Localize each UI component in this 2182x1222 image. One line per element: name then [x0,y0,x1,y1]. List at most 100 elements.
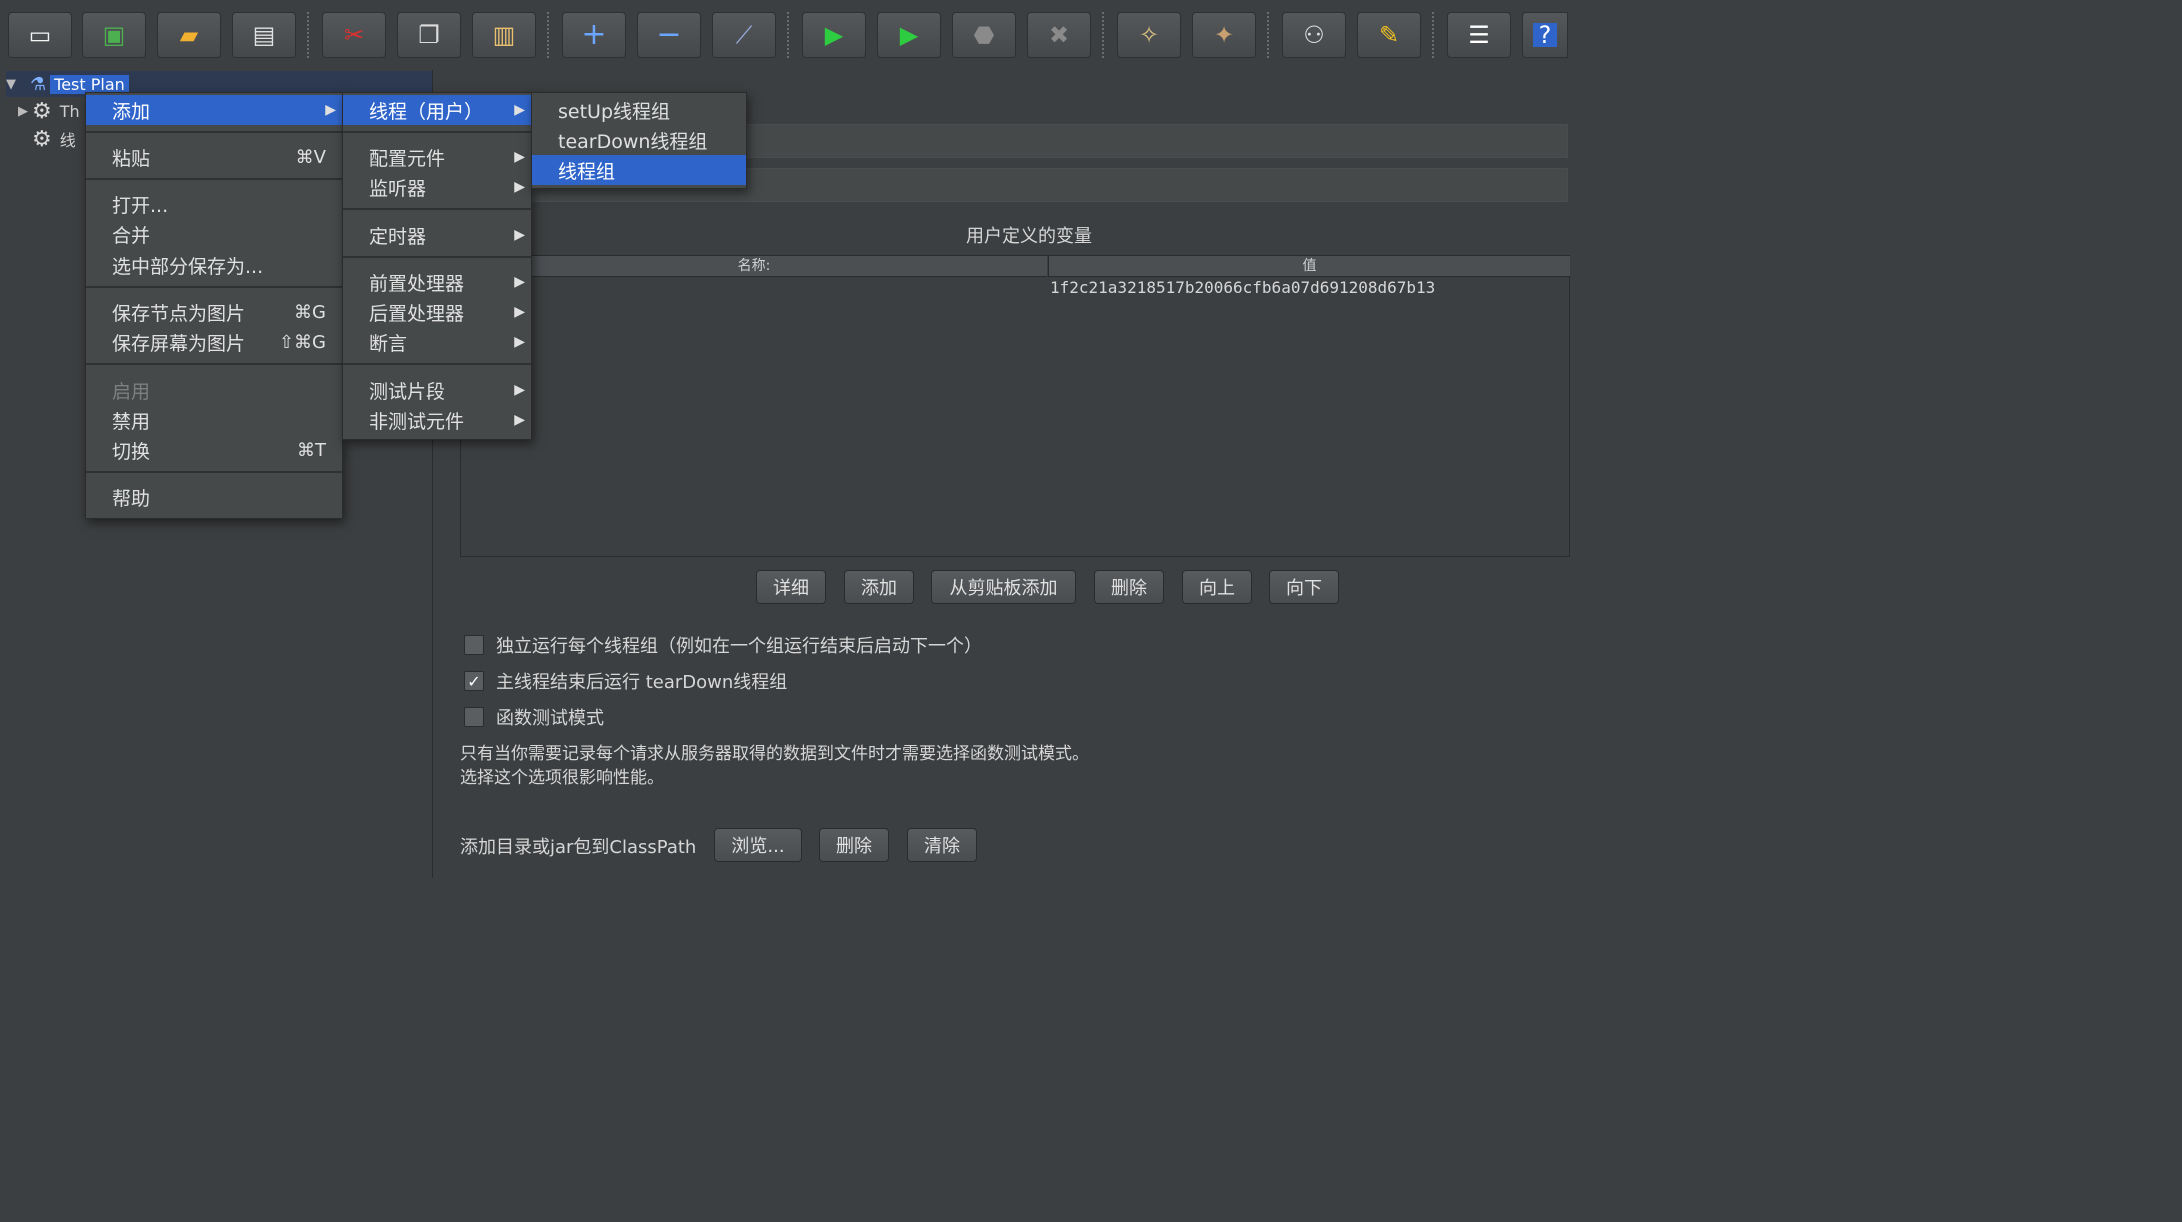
paste-button[interactable]: ▥ [472,12,536,58]
menu-separator [343,131,531,133]
help-icon: ? [1532,23,1558,47]
menu-item-toggle[interactable]: 切换 ⌘T [86,435,342,465]
functional-mode-option[interactable]: 函数测试模式 [464,705,604,729]
menu-item-add[interactable]: 添加 ▶ [86,95,342,125]
menu-item-help[interactable]: 帮助 [86,482,342,512]
menu-item-post-processor[interactable]: 后置处理器 ▶ [343,297,531,327]
menu-item-label: 非测试元件 [369,410,465,433]
menu-item-label: 合并 [112,224,151,247]
menu-item-label: 保存屏幕为图片 [112,332,246,355]
start-icon: ▶ [824,21,844,49]
browse-button[interactable]: 浏览... [714,828,802,862]
expand-button[interactable]: + [562,12,626,58]
menu-item-test-fragment[interactable]: 测试片段 ▶ [343,375,531,405]
menu-item-merge[interactable]: 合并 [86,219,342,249]
detail-button[interactable]: 详细 [756,570,826,604]
submenu-arrow-icon: ▶ [514,382,525,398]
add-from-clipboard-button[interactable]: 从剪贴板添加 [931,570,1076,604]
function-helper-button[interactable]: ☰ [1447,12,1511,58]
menu-item-save-screen-image[interactable]: 保存屏幕为图片 ⇧⌘G [86,327,342,357]
menu-item-label: 测试片段 [369,380,446,403]
menu-item-thread-group[interactable]: 线程组 [532,155,746,185]
column-header-value[interactable]: 值 [1048,256,1570,277]
flask-icon: ⚗ [30,73,47,95]
menu-item-label: 切换 [112,440,151,463]
menu-item-teardown-thread-group[interactable]: tearDown线程组 [532,125,746,155]
tree-expanded-icon[interactable]: ▼ [6,77,20,92]
tree-node-label: Test Plan [50,74,129,94]
menu-item-listener[interactable]: 监听器 ▶ [343,172,531,202]
submenu-arrow-icon: ▶ [514,304,525,320]
shutdown-button[interactable]: ✖ [1027,12,1091,58]
delete-button[interactable]: 删除 [1094,570,1164,604]
new-button[interactable]: ▭ [8,12,72,58]
menu-item-setup-thread-group[interactable]: setUp线程组 [532,95,746,125]
menu-item-label: 启用 [112,380,151,403]
menu-item-label: 打开... [112,194,169,217]
tree-node-child[interactable]: ▶ ⚙ Th [18,98,80,124]
functional-mode-note: 只有当你需要记录每个请求从服务器取得的数据到文件时才需要选择函数测试模式。 [460,744,1089,764]
move-up-button[interactable]: 向上 [1182,570,1252,604]
menu-item-pre-processor[interactable]: 前置处理器 ▶ [343,267,531,297]
reset-search-button[interactable]: ✎ [1357,12,1421,58]
add-button[interactable]: 添加 [844,570,914,604]
menu-item-label: 添加 [112,100,151,123]
menu-item-threads[interactable]: 线程（用户） ▶ [343,95,531,125]
menu-item-config-element[interactable]: 配置元件 ▶ [343,142,531,172]
search-icon: ⚇ [1303,21,1325,49]
functional-mode-checkbox[interactable] [464,707,484,727]
clear-button[interactable]: ✧ [1117,12,1181,58]
column-header-name[interactable]: 名称: [461,256,1047,277]
clear-all-button[interactable]: ✦ [1192,12,1256,58]
user-variables-table[interactable]: 名称: 值 1f2c21a3218517b20066cfb6a07d691208… [460,255,1570,557]
serialize-threadgroups-option[interactable]: 独立运行每个线程组（例如在一个组运行结束后启动下一个） [464,633,982,657]
context-menu: 添加 ▶ 粘贴 ⌘V 打开... 合并 选中部分保存为... 保存节点为图片 ⌘G 保… [85,92,343,519]
menu-item-disable[interactable]: 禁用 [86,405,342,435]
cut-button[interactable]: ✂ [322,12,386,58]
submenu-arrow-icon: ▶ [514,412,525,428]
menu-item-paste[interactable]: 粘贴 ⌘V [86,142,342,172]
paste-icon: ▥ [492,21,516,49]
toolbar-separator [1102,12,1104,58]
shortcut-label: ⌘T [297,439,326,461]
teardown-option[interactable]: ✓ 主线程结束后运行 tearDown线程组 [464,669,787,693]
classpath-delete-button[interactable]: 删除 [819,828,889,862]
tree-collapsed-icon[interactable]: ▶ [18,104,32,119]
clear-all-icon: ✦ [1213,21,1235,49]
start-no-pauses-button[interactable]: ▶ [877,12,941,58]
teardown-label: 主线程结束后运行 tearDown线程组 [496,672,788,693]
copy-button[interactable]: ❐ [397,12,461,58]
menu-item-label: 配置元件 [369,147,446,170]
templates-button[interactable]: ▣ [82,12,146,58]
menu-item-label: 监听器 [369,177,427,200]
toolbar-separator [1267,12,1269,58]
open-button[interactable]: ▰ [157,12,221,58]
menu-item-assertion[interactable]: 断言 ▶ [343,327,531,357]
toggle-button[interactable]: ⟋ [712,12,776,58]
menu-separator [343,363,531,365]
classpath-label: 添加目录或jar包到ClassPath [460,837,697,858]
serialize-checkbox[interactable] [464,635,484,655]
classpath-clear-button[interactable]: 清除 [907,828,977,862]
move-down-button[interactable]: 向下 [1269,570,1339,604]
menu-item-save-selection[interactable]: 选中部分保存为... [86,250,342,280]
save-button[interactable]: ▤ [232,12,296,58]
collapse-button[interactable]: − [637,12,701,58]
menu-item-timer[interactable]: 定时器 ▶ [343,220,531,250]
menu-item-non-test-elements[interactable]: 非测试元件 ▶ [343,405,531,435]
menu-item-save-node-image[interactable]: 保存节点为图片 ⌘G [86,297,342,327]
toolbar-separator [307,12,309,58]
toolbar-separator [1432,12,1434,58]
shutdown-icon: ✖ [1048,21,1070,49]
stop-button[interactable]: ⬣ [952,12,1016,58]
tree-node-label: Th [59,101,80,121]
start-button[interactable]: ▶ [802,12,866,58]
add-submenu: 线程（用户） ▶ 配置元件 ▶ 监听器 ▶ 定时器 ▶ 前置处理器 ▶ 后置处理器 ▶ 断言… [342,92,532,440]
help-button[interactable]: ? [1522,12,1568,58]
tree-node-child[interactable]: ⚙ 线 [32,126,76,152]
toggle-icon: ⟋ [735,21,753,49]
search-button[interactable]: ⚇ [1282,12,1346,58]
variable-value-cell[interactable]: 1f2c21a3218517b20066cfb6a07d691208d67b13 [1050,277,1435,299]
menu-item-open[interactable]: 打开... [86,189,342,219]
teardown-checkbox[interactable]: ✓ [464,671,484,691]
